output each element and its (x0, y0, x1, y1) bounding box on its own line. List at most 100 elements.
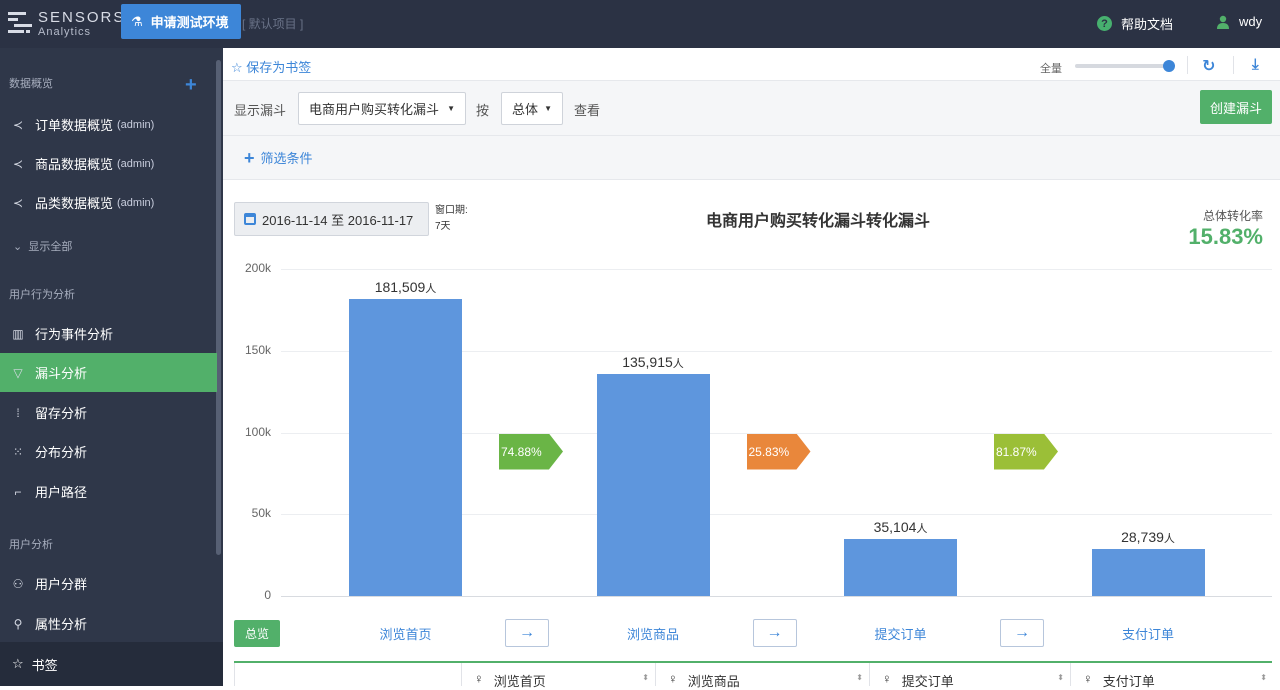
conversion-rate-arrow: 25.83% (746, 433, 811, 470)
chart-title: 电商用户购买转化漏斗转化漏斗 (705, 213, 930, 230)
total-rate-label: 总体转化率 (1202, 209, 1263, 223)
sidebar-item-user-segment[interactable]: ⚇ 用户分群 (0, 564, 217, 603)
share-icon: ≺ (12, 156, 24, 171)
bar-value-label: 135,915人 (622, 353, 684, 370)
funnel-step-label[interactable]: 提交订单 (831, 624, 971, 643)
table-header-cell[interactable]: ♀ 提交订单 ⬍ (869, 663, 1070, 689)
step-arrow-button[interactable]: → (752, 619, 797, 647)
help-icon: ? (1097, 16, 1112, 31)
view-label: 查看 (574, 103, 601, 118)
user-icon (1217, 15, 1229, 29)
share-icon: ≺ (12, 117, 24, 132)
bar-value-label: 35,104人 (873, 518, 928, 535)
table-header-cell[interactable]: ♀ 浏览商品 ⬍ (655, 663, 869, 689)
funnel-bar[interactable] (596, 373, 710, 596)
sort-icon: ⬍ (1057, 673, 1064, 682)
distribution-icon: ⁙ (12, 444, 24, 459)
add-overview-icon[interactable]: + (185, 74, 197, 97)
help-docs-link[interactable]: ? 帮助文档 (1097, 14, 1173, 33)
sidebar-item-funnel-analysis[interactable]: ▽ 漏斗分析 (0, 353, 217, 392)
sidebar-item-retention-analysis[interactable]: ⁞ 留存分析 (0, 393, 217, 432)
show-funnel-label: 显示漏斗 (234, 103, 287, 118)
funnel-bar[interactable] (1091, 549, 1205, 596)
plus-icon: + (244, 147, 255, 168)
sidebar-item-user-path[interactable]: ⌐ 用户路径 (0, 472, 217, 511)
user-menu[interactable]: wdy (1216, 14, 1262, 29)
chevron-down-icon: ⌄ (13, 241, 23, 253)
top-bar: SENSORS Analytics ⚗ 申请测试环境 [ 默认项目 ] ? 帮助… (0, 0, 1280, 48)
main-panel: ☆ 保存为书签 全量 ↻ ⤓ 显示漏斗 电商用户购买转化漏斗 ▼ 按 总体 ▼ 查看… (223, 48, 1280, 689)
slider-knob[interactable] (1163, 60, 1175, 72)
overview-button[interactable]: 总览 (234, 620, 280, 647)
sidebar-item-attribute-analysis[interactable]: ⚲ 属性分析 (0, 604, 217, 643)
sidebar-bookmarks[interactable]: ☆ 书签 (0, 642, 223, 686)
caret-down-icon: ▼ (447, 104, 455, 113)
flask-icon: ⚗ (131, 13, 143, 29)
funnel-icon: ▽ (13, 365, 23, 380)
refresh-icon[interactable]: ↻ (1202, 56, 1215, 76)
table-header-cell[interactable]: ♀ 浏览首页 ⬍ (461, 663, 655, 689)
toolbar: ☆ 保存为书签 全量 ↻ ⤓ (223, 48, 1280, 81)
table-header-cell[interactable]: ♀ 支付订单 ⬍ (1070, 663, 1273, 689)
total-rate-value: 15.83% (1188, 224, 1263, 249)
brand-sub: Analytics (38, 26, 92, 38)
group-select[interactable]: 总体 ▼ (501, 92, 563, 125)
y-tick-label: 100k (244, 424, 271, 439)
retention-icon: ⁞ (16, 405, 20, 420)
user-attribute-icon: ⚲ (13, 616, 23, 631)
table-header: ♀ 浏览首页 ⬍ ♀ 浏览商品 ⬍ ♀ 提交订单 ⬍ ♀ 支付订单 ⬍ (234, 663, 1273, 689)
show-all-link[interactable]: ⌄ 显示全部 (13, 238, 72, 254)
funnel-step-label[interactable]: 浏览首页 (336, 624, 476, 643)
divider (1187, 56, 1188, 74)
y-tick-label: 50k (251, 506, 271, 521)
apply-test-env-button[interactable]: ⚗ 申请测试环境 (121, 4, 241, 39)
step-arrow-button[interactable]: → (505, 619, 549, 647)
sidebar-item-event-analysis[interactable]: ▥ 行为事件分析 (0, 314, 217, 353)
funnel-step-label[interactable]: 浏览商品 (583, 624, 723, 643)
project-name[interactable]: [ 默认项目 ] (242, 15, 303, 32)
sampling-slider[interactable] (1075, 60, 1175, 72)
user-icon: ♀ (474, 671, 484, 686)
section-overview: 数据概览 (9, 78, 53, 90)
step-arrow-button[interactable]: → (1000, 619, 1044, 647)
y-tick-label: 150k (244, 342, 271, 357)
logo-mark-icon (8, 12, 32, 33)
caret-down-icon: ▼ (544, 104, 552, 113)
star-icon: ☆ (12, 656, 24, 671)
path-icon: ⌐ (14, 484, 22, 499)
y-tick-label: 200k (244, 261, 271, 275)
user-icon: ♀ (668, 671, 678, 686)
x-axis-baseline (281, 596, 1272, 597)
section-user: 用户分析 (9, 539, 53, 551)
sidebar-item-product-overview[interactable]: ≺ 商品数据概览 (admin) (0, 144, 217, 183)
download-icon[interactable]: ⤓ (1252, 56, 1259, 73)
share-icon: ≺ (12, 195, 24, 210)
sidebar-item-distribution-analysis[interactable]: ⁙ 分布分析 (0, 432, 217, 471)
user-icon: ♀ (1083, 671, 1093, 686)
quantity-label: 全量 (1040, 63, 1062, 75)
sort-icon: ⬍ (856, 673, 863, 682)
brand-name: SENSORS (38, 9, 126, 26)
sort-icon: ⬍ (1260, 673, 1267, 682)
y-tick-label: 0 (264, 588, 271, 602)
bar-chart-icon: ▥ (12, 326, 24, 341)
divider (1233, 56, 1234, 74)
funnel-controls: 显示漏斗 电商用户购买转化漏斗 ▼ 按 总体 ▼ 查看 创建漏斗 (223, 81, 1280, 136)
sidebar-item-category-overview[interactable]: ≺ 品类数据概览 (admin) (0, 183, 217, 222)
filter-bar: + 筛选条件 (223, 136, 1280, 180)
sidebar: 数据概览 + ≺ 订单数据概览 (admin) ≺ 商品数据概览 (admin)… (0, 48, 223, 686)
user-icon: ♀ (882, 671, 892, 686)
conversion-rate-arrow: 74.88% (499, 433, 563, 470)
funnel-select[interactable]: 电商用户购买转化漏斗 ▼ (298, 92, 466, 125)
create-funnel-button[interactable]: 创建漏斗 (1200, 90, 1272, 124)
funnel-step-label[interactable]: 支付订单 (1078, 624, 1218, 643)
funnel-bar[interactable] (844, 538, 957, 596)
add-filter-button[interactable]: + 筛选条件 (244, 148, 313, 167)
funnel-bar[interactable] (349, 299, 462, 596)
sensors-logo[interactable]: SENSORS Analytics (6, 7, 123, 41)
sidebar-item-order-overview[interactable]: ≺ 订单数据概览 (admin) (0, 105, 217, 144)
users-icon: ⚇ (12, 576, 24, 591)
bar-value-label: 28,739人 (1121, 529, 1175, 545)
star-icon: ☆ (231, 60, 243, 75)
save-bookmark-button[interactable]: ☆ 保存为书签 (231, 57, 311, 76)
